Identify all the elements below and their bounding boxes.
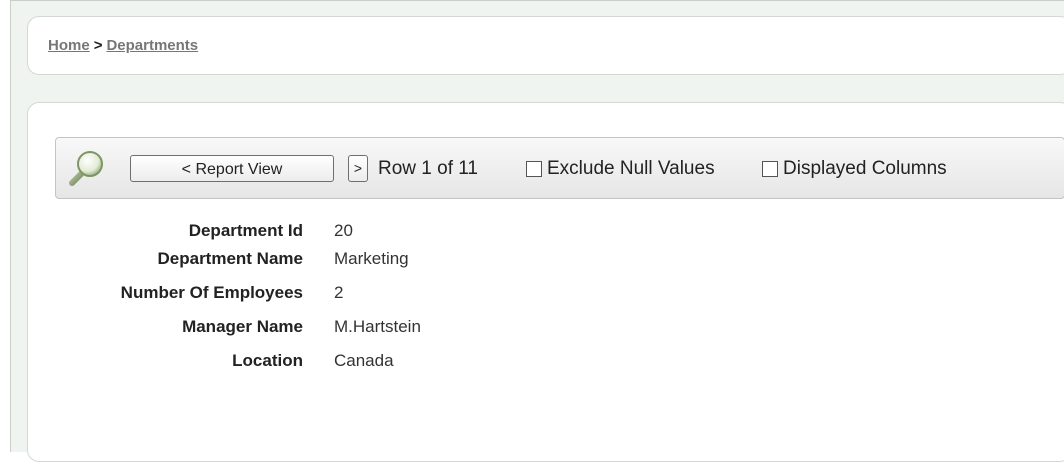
detail-row: Department Name Marketing: [28, 249, 1064, 273]
detail-row: Department Id 20: [28, 221, 1064, 245]
breadcrumb-home-link[interactable]: Home: [48, 37, 90, 54]
field-label: Department Id: [188, 221, 303, 240]
field-value: M.Hartstein: [334, 317, 421, 336]
field-label: Location: [232, 351, 303, 370]
field-value: Marketing: [334, 249, 409, 268]
record-detail: Department Id 20 Department Name Marketi…: [28, 103, 1064, 463]
breadcrumb: Home > Departments: [48, 37, 198, 54]
breadcrumb-separator: >: [93, 37, 103, 54]
single-row-view-panel: < Report View > Row 1 of 11 Exclude Null…: [27, 102, 1064, 462]
field-value: Canada: [334, 351, 394, 370]
field-label: Department Name: [157, 249, 304, 268]
detail-row: Number Of Employees 2: [28, 283, 1064, 307]
detail-row: Location Canada: [28, 351, 1064, 375]
field-value: 2: [334, 283, 344, 302]
breadcrumb-panel: Home > Departments: [27, 16, 1064, 75]
field-value: 20: [334, 221, 353, 240]
field-label: Manager Name: [182, 317, 303, 336]
breadcrumb-departments-link[interactable]: Departments: [106, 37, 198, 54]
detail-row: Manager Name M.Hartstein: [28, 317, 1064, 341]
field-label: Number Of Employees: [120, 283, 303, 302]
